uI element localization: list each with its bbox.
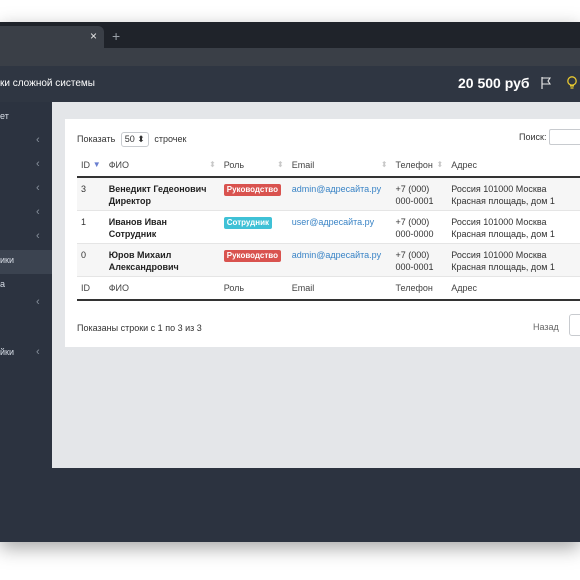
chevron-left-icon: ‹ — [36, 346, 40, 358]
sidebar-item-6[interactable]: ики — [0, 250, 52, 274]
table-header-row: ID ▼ ФИО ⬍ Роль ⬍ Email ⬍ Телефон ⬍ Адрес — [77, 153, 580, 178]
cell-id: 1 — [77, 210, 105, 244]
role-badge: Сотрудник — [223, 216, 273, 229]
footer-address: Адрес — [447, 275, 580, 301]
cell-name: Иванов Иван Сотрудник — [104, 210, 220, 244]
chevron-left-icon: ‹ — [36, 230, 40, 242]
flag-icon[interactable] — [540, 76, 552, 90]
app-title: ки сложной системы — [0, 78, 95, 89]
browser-tab[interactable]: × — [0, 26, 104, 48]
cell-phone: +7 (000) 000-0000 — [391, 210, 448, 244]
lightbulb-icon[interactable] — [566, 75, 578, 91]
table-panel: Показать 50 ⬍ строчек Поиск: ID ▼ ФИО ⬍ Ро… — [65, 119, 580, 347]
cell-phone: +7 (000) 000-0001 — [391, 177, 448, 211]
users-table: ID ▼ ФИО ⬍ Роль ⬍ Email ⬍ Телефон ⬍ Адрес 3 В… — [77, 153, 580, 301]
cell-address: Россия 101000 Москва Красная площадь, дом… — [447, 243, 580, 277]
cell-id: 3 — [77, 177, 105, 211]
chevron-left-icon: ‹ — [36, 158, 40, 170]
sidebar: ет ‹ ‹ ‹ ‹ ‹ ики а ‹ йки ‹ — [0, 102, 52, 542]
sidebar-item-3[interactable]: ‹ — [0, 178, 52, 202]
cell-email[interactable]: user@адресайта.ру — [287, 210, 392, 244]
search-input[interactable] — [549, 129, 580, 145]
app-header: ки сложной системы 20 500 руб — [0, 66, 580, 102]
column-header-role[interactable]: Роль ⬍ — [219, 153, 288, 178]
footer-role: Роль — [219, 275, 288, 301]
sidebar-item-0[interactable]: ет — [0, 106, 52, 130]
column-header-name[interactable]: ФИО ⬍ — [104, 153, 220, 178]
table-row[interactable]: 3 Венедикт Гедеонович Директор Руководств… — [77, 177, 580, 211]
page-button[interactable] — [569, 314, 580, 336]
show-label: Показать — [77, 134, 116, 144]
cell-email[interactable]: admin@адресайта.ру — [287, 177, 392, 211]
table-row[interactable]: 1 Иванов Иван Сотрудник Сотрудник user@ад… — [77, 210, 580, 244]
tab-bar: × + — [0, 22, 580, 48]
sidebar-item-4[interactable]: ‹ — [0, 202, 52, 226]
per-page-select[interactable]: 50 ⬍ — [120, 132, 149, 147]
footer-name: ФИО — [104, 275, 220, 301]
chevron-left-icon: ‹ — [36, 296, 40, 308]
sidebar-item-label: а — [0, 279, 6, 289]
column-header-email[interactable]: Email ⬍ — [287, 153, 392, 178]
rows-label: строчек — [154, 134, 187, 144]
cell-name: Венедикт Гедеонович Директор — [104, 177, 220, 211]
sidebar-item-10[interactable]: йки ‹ — [0, 342, 52, 366]
footer-id: ID — [77, 275, 105, 301]
sort-icon: ⬍ — [276, 160, 284, 169]
sidebar-item-label: ет — [0, 111, 9, 121]
footer-phone: Телефон — [391, 275, 448, 301]
cell-id: 0 — [77, 243, 105, 277]
column-header-id[interactable]: ID ▼ — [77, 153, 105, 178]
browser-toolbar — [0, 48, 580, 66]
table-footer-row: ID ФИО Роль Email Телефон Адрес — [77, 275, 580, 301]
sidebar-item-8[interactable]: ‹ — [0, 292, 52, 316]
chevron-left-icon: ‹ — [36, 134, 40, 146]
cell-role: Руководство — [219, 177, 288, 211]
column-header-address[interactable]: Адрес — [447, 153, 580, 178]
sidebar-item-2[interactable]: ‹ — [0, 154, 52, 178]
pagination-info: Показаны строки с 1 по 3 из 3 — [77, 323, 202, 333]
sort-icon: ⬍ — [380, 160, 388, 169]
column-header-phone[interactable]: Телефон ⬍ — [391, 153, 448, 178]
cell-role: Руководство — [219, 243, 288, 277]
sidebar-item-label: ики — [0, 255, 14, 265]
sidebar-item-5[interactable]: ‹ — [0, 226, 52, 250]
table-row[interactable]: 0 Юров Михаил Александрович Руководство a… — [77, 243, 580, 277]
cell-address: Россия 101000 Москва Красная площадь, дом… — [447, 177, 580, 211]
role-badge: Руководство — [223, 184, 281, 196]
chevron-left-icon: ‹ — [36, 206, 40, 218]
chevron-left-icon: ‹ — [36, 182, 40, 194]
cell-email[interactable]: admin@адресайта.ру — [287, 243, 392, 277]
close-tab-icon[interactable]: × — [90, 29, 97, 43]
search-label: Поиск: — [519, 132, 547, 142]
balance-amount: 20 500 руб — [458, 75, 530, 91]
footer-email: Email — [287, 275, 392, 301]
cell-address: Россия 101000 Москва Красная площадь, дом… — [447, 210, 580, 244]
sidebar-item-1[interactable]: ‹ — [0, 130, 52, 154]
prev-page-button[interactable]: Назад — [533, 322, 559, 332]
sidebar-item-9[interactable] — [0, 316, 52, 340]
sidebar-item-label: йки — [0, 347, 14, 357]
sort-icon: ⬍ — [209, 160, 216, 169]
cell-phone: +7 (000) 000-0001 — [391, 243, 448, 277]
sort-icon: ⬍ — [436, 160, 444, 169]
sort-desc-icon: ▼ — [92, 160, 101, 169]
browser-window: × + ки сложной системы 20 500 руб ет ‹ ‹ — [0, 22, 580, 542]
cell-name: Юров Михаил Александрович — [104, 243, 220, 277]
role-badge: Руководство — [223, 249, 281, 262]
new-tab-icon[interactable]: + — [112, 28, 120, 44]
cell-role: Сотрудник — [219, 210, 288, 244]
main-content: Показать 50 ⬍ строчек Поиск: ID ▼ ФИО ⬍ Ро… — [52, 102, 580, 468]
page-length-control: Показать 50 ⬍ строчек — [77, 132, 186, 147]
